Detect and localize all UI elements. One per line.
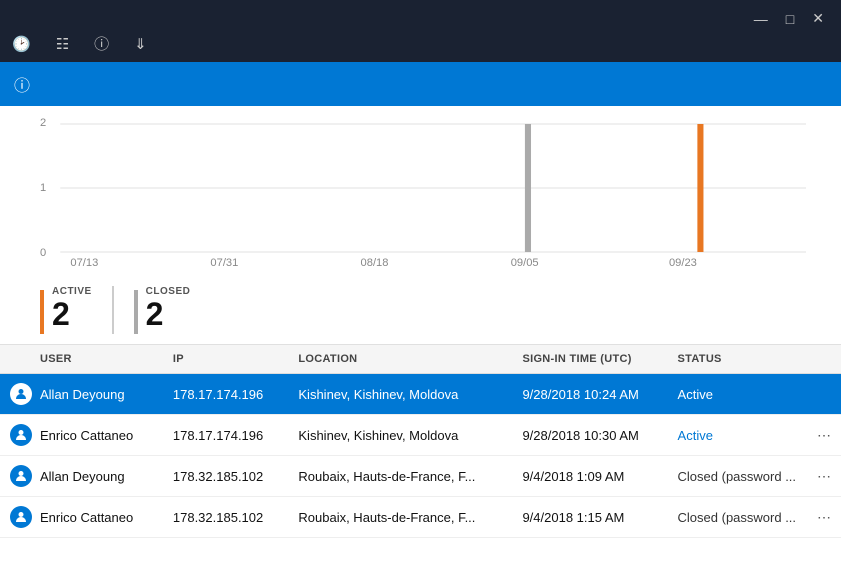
- status-text: Closed (password ...: [678, 510, 797, 525]
- cell-ip: 178.17.174.196: [163, 415, 289, 456]
- clock-icon: 🕑: [12, 35, 31, 53]
- closed-block-text: CLOSED 2: [146, 286, 191, 332]
- avatar: [10, 465, 32, 487]
- cell-location: Kishinev, Kishinev, Moldova: [288, 415, 512, 456]
- cell-location: Roubaix, Hauts-de-France, F...: [288, 456, 512, 497]
- closed-value: 2: [146, 297, 191, 332]
- cell-ip: 178.32.185.102: [163, 497, 289, 538]
- last-days-button[interactable]: 🕑: [12, 35, 36, 53]
- active-value: 2: [52, 297, 92, 332]
- svg-text:08/18: 08/18: [361, 257, 389, 266]
- more-button[interactable]: ⋯: [817, 468, 831, 485]
- closed-indicator: [134, 290, 138, 334]
- avatar: [10, 383, 32, 405]
- status-text: Closed (password ...: [678, 469, 797, 484]
- svg-text:07/13: 07/13: [70, 257, 98, 266]
- avatar: [10, 506, 32, 528]
- chart-svg: 2 1 0 07/13 07/31 08/18 09/05 09/23: [40, 116, 811, 266]
- svg-text:09/05: 09/05: [511, 257, 539, 266]
- table-row[interactable]: Enrico Cattaneo 178.32.185.102Roubaix, H…: [0, 497, 841, 538]
- chart-area: 2 1 0 07/13 07/31 08/18 09/05 09/23: [0, 106, 841, 276]
- download-button[interactable]: ⇓: [134, 35, 152, 53]
- cell-location: Kishinev, Kishinev, Moldova: [288, 374, 512, 415]
- cell-ip: 178.32.185.102: [163, 456, 289, 497]
- table-row[interactable]: Allan Deyoung 178.32.185.102Roubaix, Hau…: [0, 456, 841, 497]
- stat-active: ACTIVE 2: [40, 286, 112, 334]
- cell-signin-time: 9/4/2018 1:15 AM: [512, 497, 667, 538]
- status-link[interactable]: Active: [678, 428, 713, 443]
- status-text: Active: [678, 387, 713, 402]
- cell-signin-time: 9/28/2018 10:24 AM: [512, 374, 667, 415]
- cell-user: Allan Deyoung: [0, 456, 163, 497]
- more-button[interactable]: ⋯: [817, 427, 831, 444]
- cell-signin-time: 9/4/2018 1:09 AM: [512, 456, 667, 497]
- cell-status: Active: [668, 374, 841, 415]
- cell-status: Closed (password ... ⋯: [668, 497, 841, 538]
- cell-status: Closed (password ... ⋯: [668, 456, 841, 497]
- user-name: Allan Deyoung: [40, 469, 125, 484]
- more-button[interactable]: ⋯: [817, 509, 831, 526]
- info-banner[interactable]: ⓘ: [0, 62, 841, 106]
- col-location: LOCATION: [288, 345, 512, 374]
- avatar: [10, 424, 32, 446]
- svg-text:07/31: 07/31: [210, 257, 238, 266]
- user-name: Enrico Cattaneo: [40, 428, 133, 443]
- stats-row: ACTIVE 2 CLOSED 2: [0, 276, 841, 344]
- user-name: Enrico Cattaneo: [40, 510, 133, 525]
- table-area: USER IP LOCATION SIGN-IN TIME (UTC) STAT…: [0, 344, 841, 578]
- active-block-text: ACTIVE 2: [52, 286, 92, 332]
- info-banner-icon: ⓘ: [14, 72, 30, 96]
- window-controls: — □ ✕: [749, 8, 829, 29]
- cell-location: Roubaix, Hauts-de-France, F...: [288, 497, 512, 538]
- cell-user: Allan Deyoung: [0, 374, 163, 415]
- col-status: STATUS: [668, 345, 841, 374]
- title-bar: — □ ✕: [0, 0, 841, 33]
- toolbar: 🕑 ☷ ⓘ ⇓: [0, 33, 841, 62]
- cell-signin-time: 9/28/2018 10:30 AM: [512, 415, 667, 456]
- col-ip: IP: [163, 345, 289, 374]
- columns-button[interactable]: ☷: [56, 35, 74, 53]
- svg-text:2: 2: [40, 117, 46, 129]
- col-user: USER: [0, 345, 163, 374]
- user-name: Allan Deyoung: [40, 387, 125, 402]
- table-row[interactable]: Enrico Cattaneo 178.17.174.196Kishinev, …: [0, 415, 841, 456]
- table-header-row: USER IP LOCATION SIGN-IN TIME (UTC) STAT…: [0, 345, 841, 374]
- info-icon: ⓘ: [94, 33, 109, 54]
- table-row[interactable]: Allan Deyoung 178.17.174.196Kishinev, Ki…: [0, 374, 841, 415]
- minimize-button[interactable]: —: [749, 8, 773, 29]
- close-button[interactable]: ✕: [807, 8, 829, 29]
- col-signin-time: SIGN-IN TIME (UTC): [512, 345, 667, 374]
- svg-text:09/23: 09/23: [669, 257, 697, 266]
- stat-closed: CLOSED 2: [112, 286, 211, 334]
- cell-status: Active ⋯: [668, 415, 841, 456]
- svg-text:1: 1: [40, 182, 46, 194]
- maximize-button[interactable]: □: [781, 8, 799, 29]
- cell-user: Enrico Cattaneo: [0, 415, 163, 456]
- columns-icon: ☷: [56, 35, 69, 53]
- main-window: — □ ✕ 🕑 ☷ ⓘ ⇓ ⓘ 2 1: [0, 0, 841, 578]
- svg-text:0: 0: [40, 247, 46, 259]
- risk-events-table: USER IP LOCATION SIGN-IN TIME (UTC) STAT…: [0, 345, 841, 538]
- cell-user: Enrico Cattaneo: [0, 497, 163, 538]
- details-button[interactable]: ⓘ: [94, 33, 114, 54]
- cell-ip: 178.17.174.196: [163, 374, 289, 415]
- active-indicator: [40, 290, 44, 334]
- download-icon: ⇓: [134, 35, 147, 53]
